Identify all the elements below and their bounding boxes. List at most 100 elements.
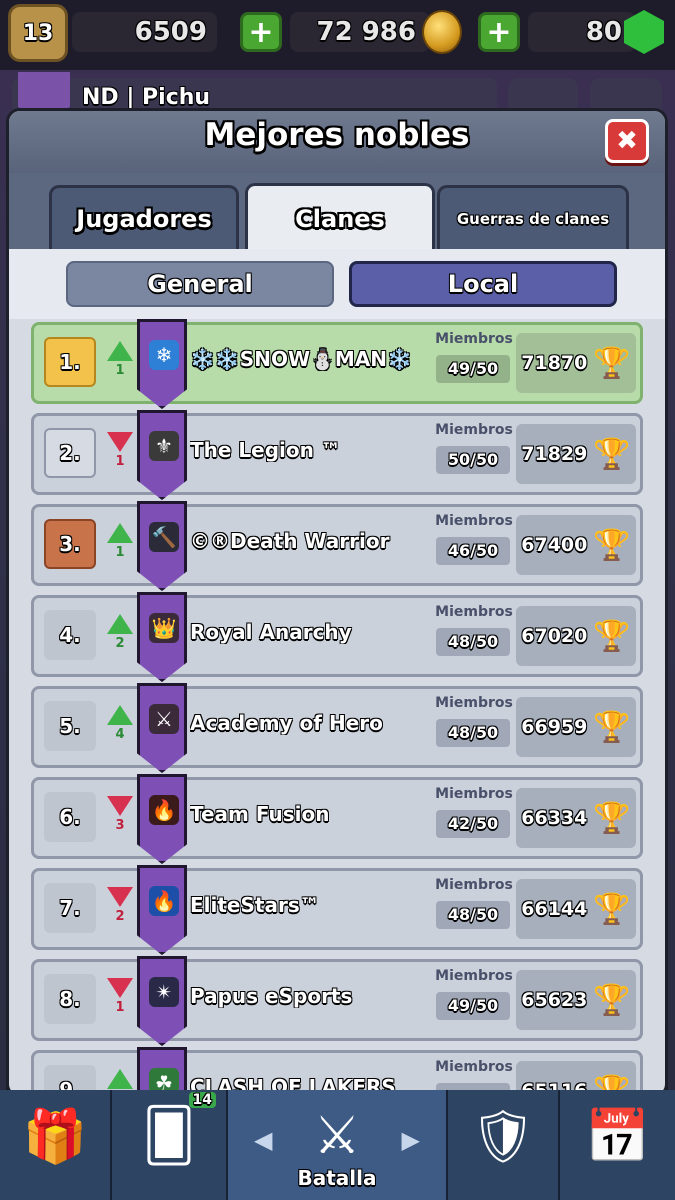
experience-counter: 6509 <box>72 12 217 52</box>
badge-emblem-icon: ❄ <box>149 340 179 370</box>
cards-icon: 🂠 <box>142 1106 196 1166</box>
clan-row[interactable]: 8. 1 ✴ Papus eSports Miembros 49/50 6562… <box>31 956 643 1046</box>
clan-trophies: 66959 🏆 <box>516 697 636 757</box>
nav-events[interactable]: 📅 <box>560 1090 675 1200</box>
trophy-icon: 🏆 <box>593 982 631 1018</box>
trophy-icon: 🏆 <box>593 527 631 563</box>
rank-change: 2 <box>115 909 125 924</box>
trophy-count: 67400 <box>521 534 588 556</box>
badge-emblem-icon: 👑 <box>149 613 179 643</box>
arrow-up-icon <box>107 1069 133 1089</box>
resource-bar: 13 6509 + 72 986 + 80 <box>0 0 675 70</box>
rank-number: 7. <box>44 883 96 933</box>
badge-emblem-icon: 🔨 <box>149 522 179 552</box>
clan-badge-icon: ✴ <box>137 956 187 1046</box>
arrow-down-icon <box>107 887 133 907</box>
trophy-count: 71870 <box>521 352 588 374</box>
clan-row[interactable]: 2. 1 ⚜ The Legion ™ Miembros 50/50 71829… <box>31 410 643 500</box>
tab-players[interactable]: Jugadores <box>49 185 239 249</box>
calendar-icon: 📅 <box>585 1107 650 1167</box>
nav-clan[interactable]: 🛡 <box>448 1090 560 1200</box>
rank-number: 1. <box>44 337 96 387</box>
modal-header: Mejores nobles ✖ <box>9 111 665 173</box>
arrow-up-icon <box>107 341 133 361</box>
trophy-icon: 🏆 <box>593 436 631 472</box>
bottom-navigation: 🎁 🂠 14 ◀ ⚔ ▶ Batalla 🛡 📅 <box>0 1090 675 1200</box>
members-count: 49/50 <box>436 355 510 383</box>
rank-number: 3. <box>44 519 96 569</box>
arrow-left-icon[interactable]: ◀ <box>254 1126 272 1154</box>
clan-name: EliteStars™ <box>190 893 320 917</box>
clan-name: ❄️❄️SNOW⛄MAN❄️ <box>190 347 412 371</box>
clan-name: Royal Anarchy <box>190 620 352 644</box>
tab-clan-wars[interactable]: Guerras de clanes <box>437 185 629 249</box>
members-count: 48/50 <box>436 719 510 747</box>
modal-title: Mejores nobles <box>204 117 470 153</box>
clan-trophies: 71870 🏆 <box>516 333 636 393</box>
members-label: Miembros <box>435 968 513 984</box>
clan-badge-icon: 🔨 <box>137 501 187 591</box>
trophy-count: 66959 <box>521 716 588 738</box>
add-gold-button[interactable]: + <box>478 12 520 52</box>
clan-trophies: 66144 🏆 <box>516 879 636 939</box>
nav-cards[interactable]: 🂠 14 <box>112 1090 228 1200</box>
nav-battle[interactable]: ◀ ⚔ ▶ Batalla <box>228 1090 448 1200</box>
clan-ranking-list[interactable]: 1. 1 ❄ ❄️❄️SNOW⛄MAN❄️ Miembros 49/50 718… <box>9 319 665 1095</box>
badge-emblem-icon: 🔥 <box>149 886 179 916</box>
members-label: Miembros <box>435 331 513 347</box>
rank-number: 2. <box>44 428 96 478</box>
members-count: 48/50 <box>436 628 510 656</box>
clan-badge-icon: ⚔ <box>137 683 187 773</box>
treasure-chest-icon: 🎁 <box>22 1107 88 1167</box>
clan-trophies: 71829 🏆 <box>516 424 636 484</box>
arrow-down-icon <box>107 796 133 816</box>
arrow-down-icon <box>107 978 133 998</box>
subtab-local[interactable]: Local <box>349 261 617 307</box>
trophy-icon: 🏆 <box>593 709 631 745</box>
members-count: 50/50 <box>436 446 510 474</box>
badge-emblem-icon: ⚔ <box>149 704 179 734</box>
clan-row[interactable]: 3. 1 🔨 ©®Death Warrior Miembros 46/50 67… <box>31 501 643 591</box>
members-label: Miembros <box>435 786 513 802</box>
clan-name: ©®Death Warrior <box>190 529 390 553</box>
members-count: 48/50 <box>436 901 510 929</box>
members-label: Miembros <box>435 877 513 893</box>
trophy-icon: 🏆 <box>593 800 631 836</box>
rank-trend: 4 <box>107 705 133 742</box>
clan-name: Academy of Hero <box>190 711 383 735</box>
arrow-up-icon <box>107 523 133 543</box>
trophy-count: 66334 <box>521 807 588 829</box>
level-badge[interactable]: 13 <box>8 4 68 62</box>
clan-badge-icon: 🔥 <box>137 774 187 864</box>
rank-change: 3 <box>115 818 125 833</box>
nav-shop[interactable]: 🎁 <box>0 1090 112 1200</box>
trophy-count: 71829 <box>521 443 588 465</box>
tab-clan-wars-label: Guerras de clanes <box>456 209 610 228</box>
clan-row[interactable]: 1. 1 ❄ ❄️❄️SNOW⛄MAN❄️ Miembros 49/50 718… <box>31 319 643 409</box>
clan-row[interactable]: 7. 2 🔥 EliteStars™ Miembros 48/50 66144 … <box>31 865 643 955</box>
clan-row[interactable]: 5. 4 ⚔ Academy of Hero Miembros 48/50 66… <box>31 683 643 773</box>
subtab-general[interactable]: General <box>66 261 334 307</box>
members-label: Miembros <box>435 513 513 529</box>
arrow-right-icon[interactable]: ▶ <box>402 1126 420 1154</box>
badge-emblem-icon: ⚜ <box>149 431 179 461</box>
members-label: Miembros <box>435 604 513 620</box>
clan-name: Team Fusion <box>190 802 330 826</box>
rank-trend: 2 <box>107 614 133 651</box>
tab-clans[interactable]: Clanes <box>245 183 435 251</box>
clan-name: Papus eSports <box>190 984 353 1008</box>
arrow-up-icon <box>107 614 133 634</box>
rank-trend: 1 <box>107 432 133 469</box>
leaderboard-modal: Mejores nobles ✖ Jugadores Clanes Guerra… <box>6 108 668 1098</box>
close-button[interactable]: ✖ <box>605 119 649 163</box>
rank-number: 4. <box>44 610 96 660</box>
rank-change: 1 <box>115 1000 125 1015</box>
clan-shield-icon: 🛡 <box>469 1107 537 1167</box>
clan-row[interactable]: 6. 3 🔥 Team Fusion Miembros 42/50 66334 … <box>31 774 643 864</box>
rank-trend <box>107 1069 133 1091</box>
cards-badge: 14 <box>188 1092 216 1108</box>
clan-row[interactable]: 4. 2 👑 Royal Anarchy Miembros 48/50 6702… <box>31 592 643 682</box>
rank-trend: 2 <box>107 887 133 924</box>
add-exp-button[interactable]: + <box>240 12 282 52</box>
rank-trend: 1 <box>107 341 133 378</box>
